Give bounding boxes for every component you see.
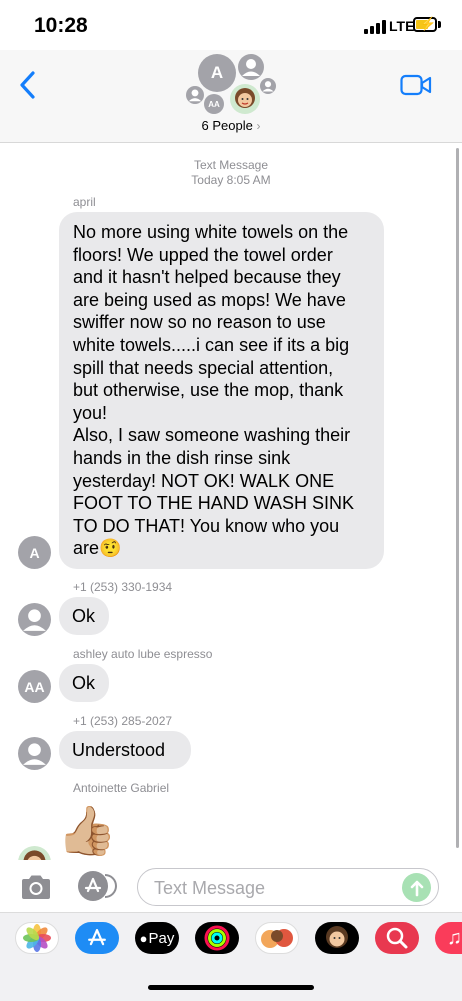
home-indicator[interactable] [148,985,314,990]
app-store-drawer-button[interactable] [78,871,118,901]
person-icon [23,609,46,631]
sender-name: ashley auto lube espresso [73,647,213,661]
message-bubble[interactable]: No more using white towels on the floors… [59,212,384,569]
group-avatar-person-right [260,78,276,94]
status-bar: 10:28 LTE ⚡ [0,0,462,50]
message-text: Ok [72,606,96,626]
sender-avatar[interactable] [18,603,51,636]
group-avatar-person-top [238,54,264,80]
message-line: and it hasn't helped because they [73,267,341,288]
status-time: 10:28 [34,14,88,37]
message-bubble[interactable]: Ok [59,597,109,635]
thumbs-up-emoji[interactable]: 👍🏼 [57,802,117,862]
sender-name: +1 (253) 330-1934 [73,580,173,594]
message-line: TO DO THAT! You know who you [73,515,340,536]
person-icon [188,89,202,102]
message-line: are being used as mops! We have [73,289,346,310]
scrollbar[interactable] [456,148,459,848]
sender-name: +1 (253) 285-2027 [73,714,173,728]
message-line: floors! We upped the towel order [73,244,333,265]
apple-pay-label: Pay [148,929,175,947]
message-bubble[interactable]: Understood [59,731,191,769]
group-avatar-memoji [230,84,260,114]
app-store-app-icon[interactable] [75,922,119,954]
app-store-icon [78,871,108,901]
group-avatar-letter: A [210,63,224,82]
conversation-header: A AA 6 People › [0,50,462,143]
facetime-video-icon[interactable] [400,74,432,96]
sender-name: april [73,195,96,209]
group-avatar-cluster[interactable]: A AA [180,50,280,120]
service-label: Text Message [193,158,269,172]
sender-avatar-text: A [29,544,40,561]
message-line: Also, I saw someone washing their [73,425,351,446]
message-line: hands in the dish rinse sink [73,447,291,468]
compose-bar [0,860,462,912]
message-line: you! [73,402,108,423]
message-line: spill that needs special attention, [73,357,334,378]
message-line: FOOT TO THE HAND WASH SINK [73,493,355,514]
group-title-text: 6 People [201,118,253,133]
signal-icon [364,20,386,34]
battery-icon: ⚡ [413,16,437,32]
sender-avatar[interactable]: AA [18,670,51,703]
message-line: but otherwise, use the mop, thank [73,380,344,401]
music-app-icon[interactable]: ♫ [435,922,462,954]
animoji-app-icon[interactable] [315,922,359,954]
group-avatar-initials: AA [204,94,224,114]
message-line: are🤨 [73,538,122,559]
message-text: Understood [72,740,166,760]
message-input[interactable] [152,875,396,901]
person-icon [262,81,274,92]
message-bubble[interactable]: Ok [59,664,109,702]
back-chevron-icon[interactable] [16,68,40,102]
person-icon [242,59,260,76]
conversation-timestamp: Today 8:05 AM [191,173,271,187]
activity-app-icon[interactable] [195,922,239,954]
sender-name: Antoinette Gabriel [73,781,170,795]
memoji-icon [235,88,255,108]
message-input-field[interactable] [137,868,439,906]
camera-icon[interactable] [19,873,53,901]
network-label: LTE [389,18,415,34]
person-icon [23,743,46,765]
apple-pay-app-icon[interactable]: ● Pay [135,922,179,954]
sender-avatar[interactable] [18,737,51,770]
image-search-app-icon[interactable] [375,922,419,954]
chevron-right-icon: › [256,119,261,133]
memoji-stickers-app-icon[interactable] [255,922,299,954]
battery-cap [438,21,441,28]
message-line: swiffer now so no reason to use [73,312,326,333]
group-avatar-person-left [186,86,204,104]
message-line: white towels.....i can see if its a big [73,334,350,355]
sender-avatar-text: AA [24,678,45,695]
music-note-icon: ♫ [447,926,462,949]
message-line: No more using white towels on the [73,222,349,242]
message-line: yesterday! NOT OK! WALK ONE [73,470,335,491]
sender-avatar[interactable]: A [18,536,51,569]
arrow-up-icon [410,880,423,896]
group-avatar-initials-text: AA [208,99,220,109]
photos-app-icon[interactable] [15,922,59,954]
apple-logo-icon: ● [139,930,148,946]
send-button[interactable] [402,873,431,902]
group-title[interactable]: 6 People › [0,118,462,133]
message-text: Ok [72,673,96,693]
